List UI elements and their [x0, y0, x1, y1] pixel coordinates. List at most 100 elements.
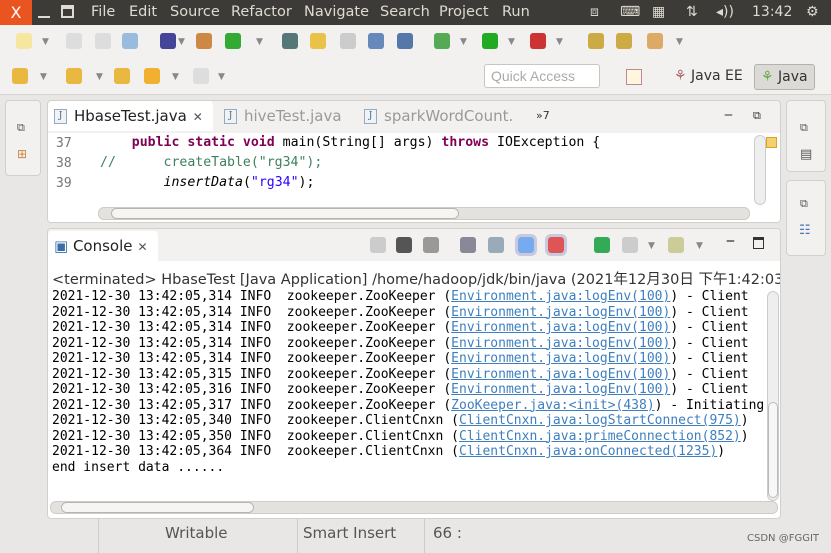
close-window-button[interactable]: X: [0, 0, 32, 25]
dropdown-arrow-icon[interactable]: ▼: [40, 72, 47, 82]
restore-icon[interactable]: ⧉: [17, 121, 25, 135]
menu-refactor[interactable]: Refactor: [231, 4, 292, 20]
menu-navigate[interactable]: Navigate: [304, 4, 369, 20]
dropdown-arrow-icon[interactable]: ▼: [172, 72, 179, 82]
menu-run[interactable]: Run: [502, 4, 530, 20]
dropdown-arrow-icon[interactable]: ▼: [256, 37, 263, 47]
scroll-lock-icon[interactable]: [488, 237, 504, 253]
word-wrap-icon[interactable]: [397, 33, 413, 49]
minimize-window-button[interactable]: [38, 16, 50, 18]
save-all-icon[interactable]: [95, 33, 111, 49]
editor-vertical-scrollbar[interactable]: [754, 135, 766, 205]
new-icon[interactable]: [16, 33, 32, 49]
log-source-link[interactable]: ClientCnxn.java:logStartConnect(975): [459, 413, 741, 428]
console-vertical-scrollbar[interactable]: [767, 291, 779, 501]
keyboard-icon[interactable]: ⌨: [620, 4, 640, 20]
calendar-icon[interactable]: ▦: [652, 4, 665, 20]
back-icon[interactable]: [144, 68, 160, 84]
dropdown-arrow-icon[interactable]: ▼: [218, 72, 225, 82]
tab-hbasetest[interactable]: J HbaseTest.java ✕: [48, 101, 213, 131]
warning-marker-icon[interactable]: [766, 137, 777, 148]
maximize-icon[interactable]: [753, 237, 764, 249]
code-line[interactable]: insertData("rg34");: [100, 175, 315, 190]
log-source-link[interactable]: Environment.java:logEnv(100): [451, 351, 670, 366]
menu-project[interactable]: Project: [439, 4, 489, 20]
log-source-link[interactable]: Environment.java:logEnv(100): [451, 289, 670, 304]
menu-search[interactable]: Search: [380, 4, 430, 20]
save-icon[interactable]: [66, 33, 82, 49]
new-java-class-icon[interactable]: [225, 33, 241, 49]
mark-occurrences-active-icon[interactable]: [310, 33, 326, 49]
editor-horizontal-scrollbar[interactable]: [98, 207, 750, 220]
open-project-icon[interactable]: [616, 33, 632, 49]
clock[interactable]: 13:42: [752, 4, 792, 20]
dropdown-arrow-icon[interactable]: ▼: [460, 37, 467, 47]
show-on-stdout-icon[interactable]: [515, 234, 537, 256]
tab-sparkwordcount[interactable]: JsparkWordCount.: [358, 101, 519, 131]
minimize-icon[interactable]: ‒: [726, 233, 735, 249]
minimize-icon[interactable]: ‒: [724, 107, 733, 123]
open-perspective-icon[interactable]: [626, 69, 642, 85]
power-gear-icon[interactable]: ⚙: [806, 4, 819, 20]
terminate-icon[interactable]: [370, 237, 386, 253]
block-selection-icon[interactable]: [340, 33, 356, 49]
toggle-mark-occurrences-icon[interactable]: [160, 33, 176, 49]
log-source-link[interactable]: ClientCnxn.java:primeConnection(852): [459, 429, 741, 444]
log-source-link[interactable]: Environment.java:logEnv(100): [451, 336, 670, 351]
dropdown-arrow-icon[interactable]: ▼: [96, 72, 103, 82]
log-source-link[interactable]: Environment.java:logEnv(100): [451, 367, 670, 382]
tab-console[interactable]: ▣ Console ✕: [48, 231, 158, 261]
dropdown-arrow-icon[interactable]: ▼: [178, 37, 185, 47]
close-tab-icon[interactable]: ✕: [138, 240, 148, 254]
forward-icon[interactable]: [193, 68, 209, 84]
dropdown-arrow-icon[interactable]: ▼: [696, 241, 703, 251]
task-list-icon[interactable]: ▤: [800, 147, 812, 162]
log-source-link[interactable]: ZooKeeper.java:<init>(438): [451, 398, 655, 413]
indicator-icon[interactable]: ⧈: [590, 4, 599, 20]
build-icon[interactable]: [647, 33, 663, 49]
menu-edit[interactable]: Edit: [129, 4, 157, 20]
network-icon[interactable]: ⇅: [686, 4, 698, 20]
print-icon[interactable]: [122, 33, 138, 49]
next-annotation-icon[interactable]: [12, 68, 28, 84]
log-source-link[interactable]: Environment.java:logEnv(100): [451, 382, 670, 397]
perspective-java[interactable]: ⚘ Java: [754, 64, 815, 90]
outline-icon[interactable]: ☷: [799, 223, 811, 238]
dropdown-arrow-icon[interactable]: ▼: [508, 37, 515, 47]
last-edit-location-icon[interactable]: [114, 68, 130, 84]
restore-icon[interactable]: ⧉: [800, 121, 808, 135]
code-line[interactable]: public static void main(String[] args) t…: [100, 135, 600, 150]
previous-annotation-icon[interactable]: [66, 68, 82, 84]
maximize-icon[interactable]: ⧉: [753, 109, 761, 123]
pin-console-icon[interactable]: [594, 237, 610, 253]
maximize-window-button[interactable]: [61, 5, 74, 18]
volume-icon[interactable]: ◂)): [716, 4, 734, 20]
tab-overflow-button[interactable]: »7: [536, 109, 550, 122]
tab-hivetest[interactable]: JhiveTest.java: [218, 101, 348, 131]
clear-console-icon[interactable]: [460, 237, 476, 253]
show-on-stderr-icon[interactable]: [545, 234, 567, 256]
close-tab-icon[interactable]: ✕: [193, 110, 203, 124]
dropdown-arrow-icon[interactable]: ▼: [648, 241, 655, 251]
dropdown-arrow-icon[interactable]: ▼: [42, 37, 49, 47]
open-folder-icon[interactable]: [588, 33, 604, 49]
quick-access-input[interactable]: [484, 64, 600, 88]
run-icon[interactable]: [482, 33, 498, 49]
new-java-package-icon[interactable]: [196, 33, 212, 49]
dropdown-arrow-icon[interactable]: ▼: [676, 37, 683, 47]
perspective-java-ee[interactable]: ⚘ Java EE: [668, 64, 749, 90]
code-area[interactable]: 37 public static void main(String[] args…: [48, 133, 780, 222]
run-external-tool-icon[interactable]: [530, 33, 546, 49]
show-whitespace-icon[interactable]: [368, 33, 384, 49]
console-horizontal-scrollbar[interactable]: [50, 501, 778, 514]
menu-source[interactable]: Source: [170, 4, 220, 20]
remove-launch-icon[interactable]: [396, 237, 412, 253]
open-type-icon[interactable]: [282, 33, 298, 49]
remove-all-terminated-icon[interactable]: [423, 237, 439, 253]
code-line[interactable]: // createTable("rg34");: [100, 155, 322, 170]
log-source-link[interactable]: Environment.java:logEnv(100): [451, 305, 670, 320]
restore-icon[interactable]: ⧉: [800, 197, 808, 211]
menu-file[interactable]: File: [91, 4, 115, 20]
dropdown-arrow-icon[interactable]: ▼: [556, 37, 563, 47]
package-explorer-icon[interactable]: ⊞: [17, 147, 27, 161]
